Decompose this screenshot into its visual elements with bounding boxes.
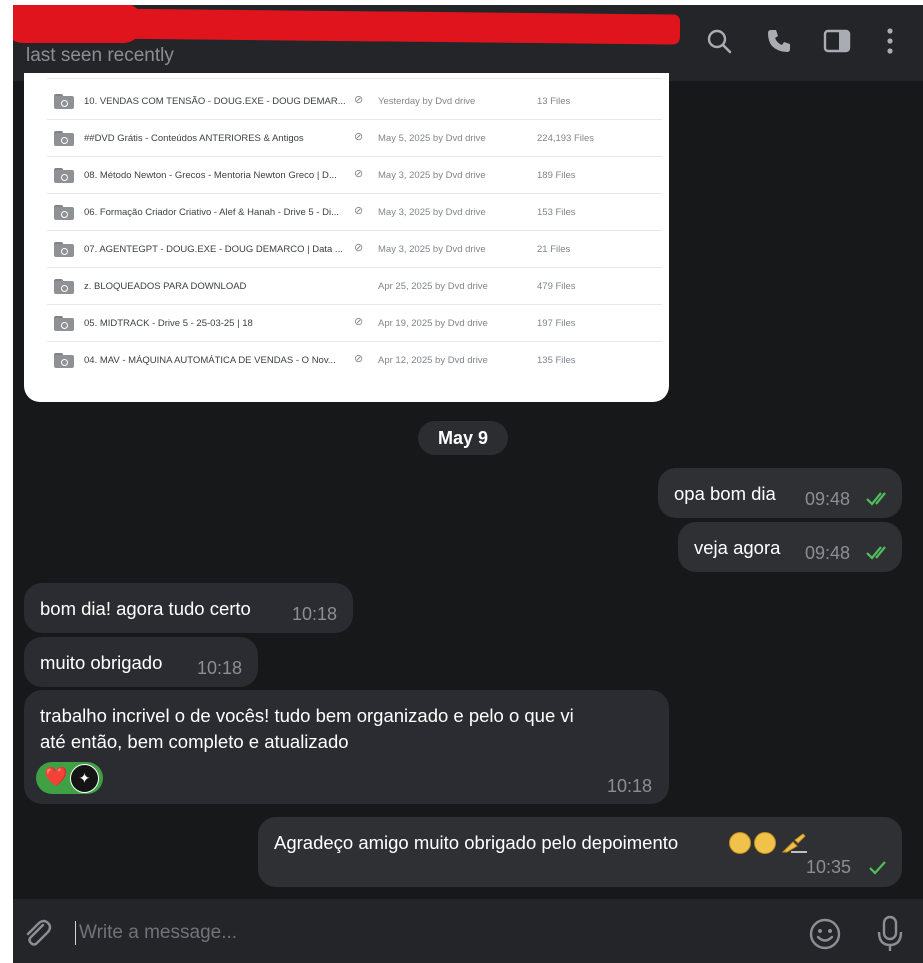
chat-header: last seen recently (13, 5, 923, 81)
contact-status: last seen recently (26, 45, 174, 66)
reactions-bar[interactable]: ❤️ ✦ (36, 762, 103, 794)
file-name: z. BLOQUEADOS PARA DOWNLOAD (84, 281, 247, 292)
message-text-line: trabalho incrivel o de vocês! tudo bem o… (40, 705, 574, 726)
search-icon[interactable] (703, 25, 735, 57)
message-text: opa bom dia (674, 483, 776, 504)
emoji-icon[interactable] (808, 917, 842, 951)
link-icon: ⊘ (354, 131, 364, 143)
praying-hands-icon (754, 832, 776, 855)
file-name: 10. VENDAS COM TENSÃO - DOUG.EXE - DOUG … (84, 96, 346, 107)
file-count: 224,193 Files (537, 133, 595, 144)
link-icon: ⊘ (354, 168, 364, 180)
shared-folder-icon (54, 131, 74, 146)
file-row: 06. Formação Criador Criativo - Alef & H… (47, 194, 662, 231)
heart-reaction-icon: ❤️ (44, 767, 68, 788)
outgoing-message[interactable]: veja agora 09:48 (678, 522, 902, 572)
file-count: 189 Files (537, 170, 576, 181)
incoming-message[interactable]: bom dia! agora tudo certo 10:18 (24, 583, 353, 633)
file-row: z. BLOQUEADOS PARA DOWNLOAD Apr 25, 2025… (47, 268, 662, 305)
link-icon: ⊘ (354, 353, 364, 365)
outgoing-message[interactable]: Agradeço amigo muito obrigado pelo depoi… (258, 817, 902, 887)
file-count: 13 Files (537, 96, 571, 107)
link-icon: ⊘ (354, 94, 364, 106)
writing-hand-icon (781, 833, 808, 853)
shared-folder-icon (54, 353, 74, 368)
outgoing-message[interactable]: opa bom dia 09:48 (658, 468, 902, 518)
file-name: 08. Método Newton - Grecos - Mentoria Ne… (84, 170, 337, 181)
file-name: 04. MAV - MÁQUINA AUTOMÁTICA DE VENDAS -… (84, 355, 336, 366)
message-text-line: até então, bem completo e atualizado (40, 731, 349, 752)
phone-icon[interactable] (763, 25, 795, 57)
file-row: 08. Método Newton - Grecos - Mentoria Ne… (47, 157, 662, 194)
incoming-message[interactable]: trabalho incrivel o de vocês! tudo bem o… (24, 690, 669, 804)
message-text: Agradeço amigo muito obrigado pelo depoi… (274, 832, 679, 853)
file-date: Apr 12, 2025 by Dvd drive (378, 355, 488, 366)
file-count: 153 Files (537, 207, 576, 218)
more-vertical-icon[interactable] (874, 25, 906, 57)
message-time: 10:18 (607, 776, 653, 796)
message-text: veja agora (694, 537, 781, 558)
shared-folder-icon (54, 279, 74, 294)
message-time: 10:18 (292, 604, 338, 624)
file-date: May 3, 2025 by Dvd drive (378, 244, 486, 255)
file-row: 04. MAV - MÁQUINA AUTOMÁTICA DE VENDAS -… (47, 342, 662, 379)
file-row: 05. MIDTRACK - Drive 5 - 25-03-25 | 18 ⊘… (47, 305, 662, 342)
file-date: Apr 25, 2025 by Dvd drive (378, 281, 488, 292)
file-list-screenshot[interactable]: 10. VENDAS COM TENSÃO - DOUG.EXE - DOUG … (24, 73, 669, 402)
file-name: 06. Formação Criador Criativo - Alef & H… (84, 207, 340, 218)
file-count: 21 Files (537, 244, 571, 255)
date-separator: May 9 (418, 421, 508, 455)
file-count: 197 Files (537, 318, 576, 329)
double-check-icon (866, 546, 886, 560)
shared-folder-icon (54, 205, 74, 220)
file-date: May 3, 2025 by Dvd drive (378, 170, 486, 181)
shared-folder-icon (54, 316, 74, 331)
praying-hands-icon (729, 832, 751, 855)
single-check-icon (869, 861, 886, 875)
file-row-partial (47, 73, 662, 79)
file-date: May 3, 2025 by Dvd drive (378, 207, 486, 218)
message-time: 10:18 (197, 658, 243, 678)
message-emojis (726, 831, 809, 855)
double-check-icon (866, 492, 886, 506)
attach-icon[interactable] (21, 916, 53, 948)
file-name: 07. AGENTEGPT - DOUG.EXE - DOUG DEMARCO … (84, 244, 343, 255)
shared-folder-icon (54, 94, 74, 109)
file-count: 135 Files (537, 355, 576, 366)
shared-folder-icon (54, 168, 74, 183)
sidebar-toggle-icon[interactable] (821, 25, 853, 57)
microphone-icon[interactable] (875, 915, 905, 953)
file-row: 10. VENDAS COM TENSÃO - DOUG.EXE - DOUG … (47, 83, 662, 120)
file-date: May 5, 2025 by Dvd drive (378, 133, 486, 144)
file-date: Yesterday by Dvd drive (378, 96, 476, 107)
chat-window: last seen recently 10. VENDAS COM TENSÃO… (13, 5, 923, 963)
file-row: ##DVD Grátis - Conteúdos ANTERIORES & An… (47, 120, 662, 157)
reactor-avatar: ✦ (70, 764, 99, 793)
file-date: Apr 19, 2025 by Dvd drive (378, 318, 488, 329)
message-time: 10:35 (806, 857, 852, 877)
shared-folder-icon (54, 242, 74, 257)
message-time: 09:48 (805, 489, 851, 509)
message-composer: Write a message... (13, 899, 923, 963)
file-row: 07. AGENTEGPT - DOUG.EXE - DOUG DEMARCO … (47, 231, 662, 268)
file-name: 05. MIDTRACK - Drive 5 - 25-03-25 | 18 (84, 318, 253, 329)
file-count: 479 Files (537, 281, 576, 292)
link-icon: ⊘ (354, 242, 364, 254)
incoming-message[interactable]: muito obrigado 10:18 (24, 637, 258, 687)
message-text: muito obrigado (40, 652, 163, 673)
link-icon: ⊘ (354, 205, 364, 217)
link-icon: ⊘ (354, 316, 364, 328)
message-text: bom dia! agora tudo certo (40, 598, 251, 619)
message-input[interactable]: Write a message... (75, 921, 237, 945)
file-name: ##DVD Grátis - Conteúdos ANTERIORES & An… (84, 133, 304, 144)
message-time: 09:48 (805, 543, 851, 563)
